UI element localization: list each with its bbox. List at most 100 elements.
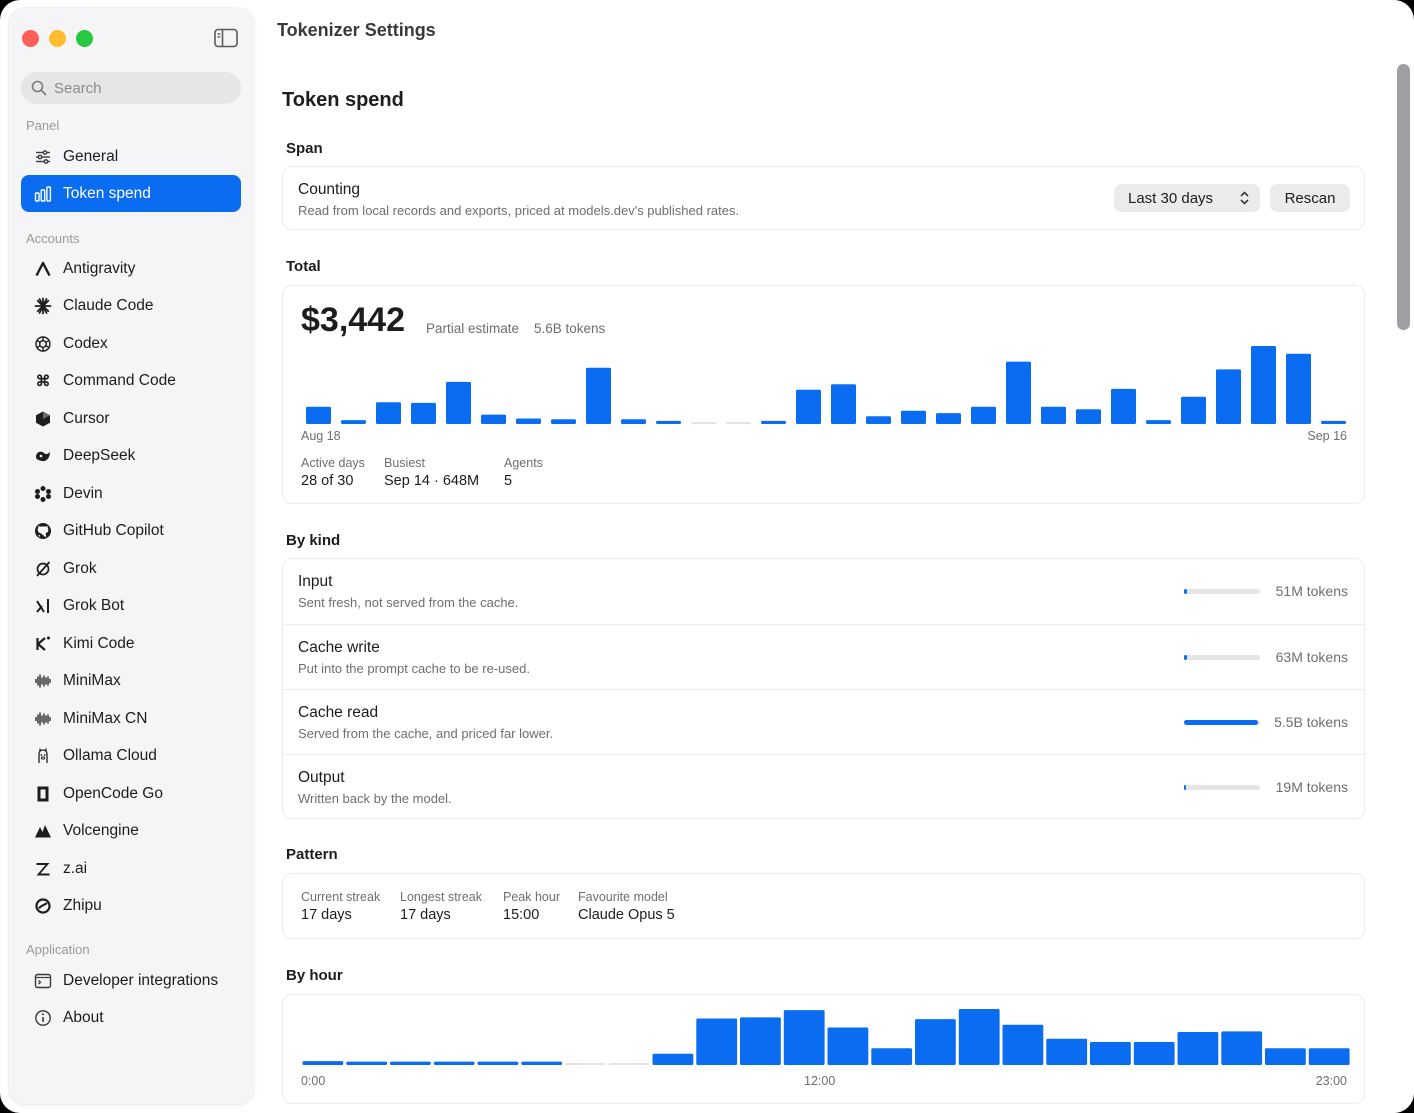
- chart-bar-22: [1265, 1048, 1306, 1065]
- chart-bar-sep-11: [1146, 420, 1171, 424]
- sidebar-item-zhipu[interactable]: Zhipu: [21, 888, 241, 925]
- search-field[interactable]: Search: [21, 72, 241, 104]
- chart-bar-14: [915, 1019, 956, 1065]
- kind-progress-track: [1184, 655, 1260, 660]
- panel-section-label: Panel: [26, 118, 60, 133]
- kind-progress-track: [1184, 589, 1260, 594]
- sidebar-item-label: Ollama Cloud: [63, 747, 157, 764]
- kind-progress-fill: [1184, 720, 1258, 725]
- by-kind-card: Input Sent fresh, not served from the ca…: [282, 558, 1365, 819]
- by-hour-heading: By hour: [286, 967, 343, 984]
- sidebar-item-command-code[interactable]: ⌘ Command Code: [21, 363, 241, 400]
- chart-bar-18: [1090, 1042, 1131, 1065]
- rescan-button[interactable]: Rescan: [1270, 184, 1350, 212]
- chart-bar-4: [477, 1061, 519, 1065]
- kind-title: Cache read: [298, 704, 379, 721]
- zoom-window-button[interactable]: [76, 30, 93, 47]
- sidebar-item-devin[interactable]: Devin: [21, 475, 241, 512]
- chart-bar-17: [1046, 1038, 1088, 1065]
- sidebar-toggle-icon[interactable]: [214, 28, 238, 48]
- sidebar-item-deepseek[interactable]: DeepSeek: [21, 438, 241, 475]
- chart-bar-aug-22: [446, 381, 471, 424]
- xai-icon: [34, 597, 52, 615]
- chart-bar-sep-9: [1076, 409, 1101, 424]
- close-window-button[interactable]: [22, 30, 39, 47]
- search-placeholder: Search: [54, 79, 102, 97]
- sidebar-item-kimi-code[interactable]: Kimi Code: [21, 625, 241, 662]
- opencode-icon: [34, 785, 52, 803]
- sidebar-item-github-copilot[interactable]: GitHub Copilot: [21, 513, 241, 550]
- by-hour-card: 0:00 12:00 23:00: [282, 994, 1365, 1104]
- waveform-icon: [34, 710, 52, 728]
- chart-bar-aug-31: [761, 420, 786, 424]
- kind-progress-track: [1184, 720, 1260, 725]
- sidebar-item-ollama-cloud[interactable]: Ollama Cloud: [21, 738, 241, 775]
- sidebar-item-about[interactable]: About: [21, 999, 241, 1036]
- chart-bar-sep-12: [1181, 396, 1206, 424]
- chart-bar-aug-21: [411, 402, 436, 424]
- kind-value: 5.5B tokens: [1274, 714, 1348, 730]
- total-tokens: 5.6B tokens: [534, 321, 606, 336]
- active-days-label: Active days: [301, 456, 365, 470]
- favourite-model-value: Claude Opus 5: [578, 907, 675, 923]
- sidebar-item-label: Devin: [63, 484, 103, 502]
- sidebar-item-grok-bot[interactable]: Grok Bot: [21, 588, 241, 625]
- agents-label: Agents: [504, 456, 543, 470]
- chart-bar-sep-15: [1286, 353, 1311, 424]
- sidebar-item-codex[interactable]: Codex: [21, 325, 241, 362]
- sidebar-item-general[interactable]: General: [21, 138, 241, 175]
- sidebar-item-label: Antigravity: [63, 259, 136, 277]
- span-heading: Span: [286, 140, 323, 157]
- hour-axis-label-end: 23:00: [1315, 1074, 1347, 1088]
- sidebar-item-cursor[interactable]: Cursor: [21, 400, 241, 437]
- chart-bar-sep-2: [831, 384, 856, 424]
- sidebar-item-claude-code[interactable]: Claude Code: [21, 288, 241, 325]
- page-title: Token spend: [282, 89, 404, 111]
- minimize-window-button[interactable]: [49, 30, 66, 47]
- search-icon: [31, 80, 47, 96]
- github-icon: [34, 522, 52, 540]
- range-select[interactable]: Last 30 days: [1114, 184, 1260, 212]
- sidebar-item-opencode-go[interactable]: OpenCode Go: [21, 775, 241, 812]
- sidebar-item-volcengine[interactable]: Volcengine: [21, 813, 241, 850]
- sidebar-item-grok[interactable]: Grok: [21, 550, 241, 587]
- grok-icon: [34, 560, 52, 578]
- sidebar-item-z-ai[interactable]: z.ai: [21, 850, 241, 887]
- command-icon: ⌘: [35, 372, 51, 390]
- current-streak-label: Current streak: [301, 890, 381, 904]
- chart-bar-sep-3: [866, 416, 891, 424]
- mountain-icon: [34, 822, 52, 840]
- sidebar-item-label: Token spend: [63, 184, 151, 202]
- hour-axis-label-mid: 12:00: [804, 1074, 836, 1088]
- info-icon: [34, 1009, 52, 1027]
- sidebar-item-label: Developer integrations: [63, 971, 219, 989]
- sidebar-item-label: z.ai: [63, 859, 88, 877]
- chevron-up-down-icon: [1240, 191, 1249, 205]
- sidebar-item-label: Claude Code: [63, 297, 154, 314]
- chart-bar-aug-20: [376, 402, 401, 424]
- chart-bar-8: [652, 1053, 694, 1065]
- peak-hour-value: 15:00: [503, 907, 540, 923]
- sidebar-item-label: Command Code: [63, 372, 176, 389]
- sidebar-item-antigravity[interactable]: Antigravity: [21, 250, 241, 287]
- sidebar-item-label: Codex: [63, 334, 108, 352]
- claude-icon: [34, 297, 52, 315]
- sidebar-item-minimax-cn[interactable]: MiniMax CN: [21, 700, 241, 737]
- sidebar-item-token-spend[interactable]: Token spend: [21, 175, 241, 212]
- sliders-icon: [34, 148, 52, 166]
- sidebar-item-developer-integrations[interactable]: Developer integrations: [21, 962, 241, 999]
- chart-bar-aug-29: [691, 422, 716, 424]
- terminal-icon: [34, 972, 52, 990]
- chart-bar-15: [958, 1009, 1000, 1065]
- cube-icon: [34, 410, 52, 428]
- sidebar-item-label: Volcengine: [63, 822, 139, 839]
- chart-bar-aug-25: [551, 419, 576, 424]
- total-heading: Total: [286, 258, 321, 275]
- kind-row-cache-read: Cache read Served from the cache, and pr…: [283, 689, 1364, 754]
- sidebar-item-minimax[interactable]: MiniMax: [21, 663, 241, 700]
- chart-bar-aug-19: [341, 420, 366, 424]
- vertical-scrollbar[interactable]: [1397, 64, 1410, 330]
- chart-bar-21: [1221, 1031, 1263, 1065]
- agents-value: 5: [504, 473, 513, 489]
- sidebar-item-label: Grok Bot: [63, 597, 125, 614]
